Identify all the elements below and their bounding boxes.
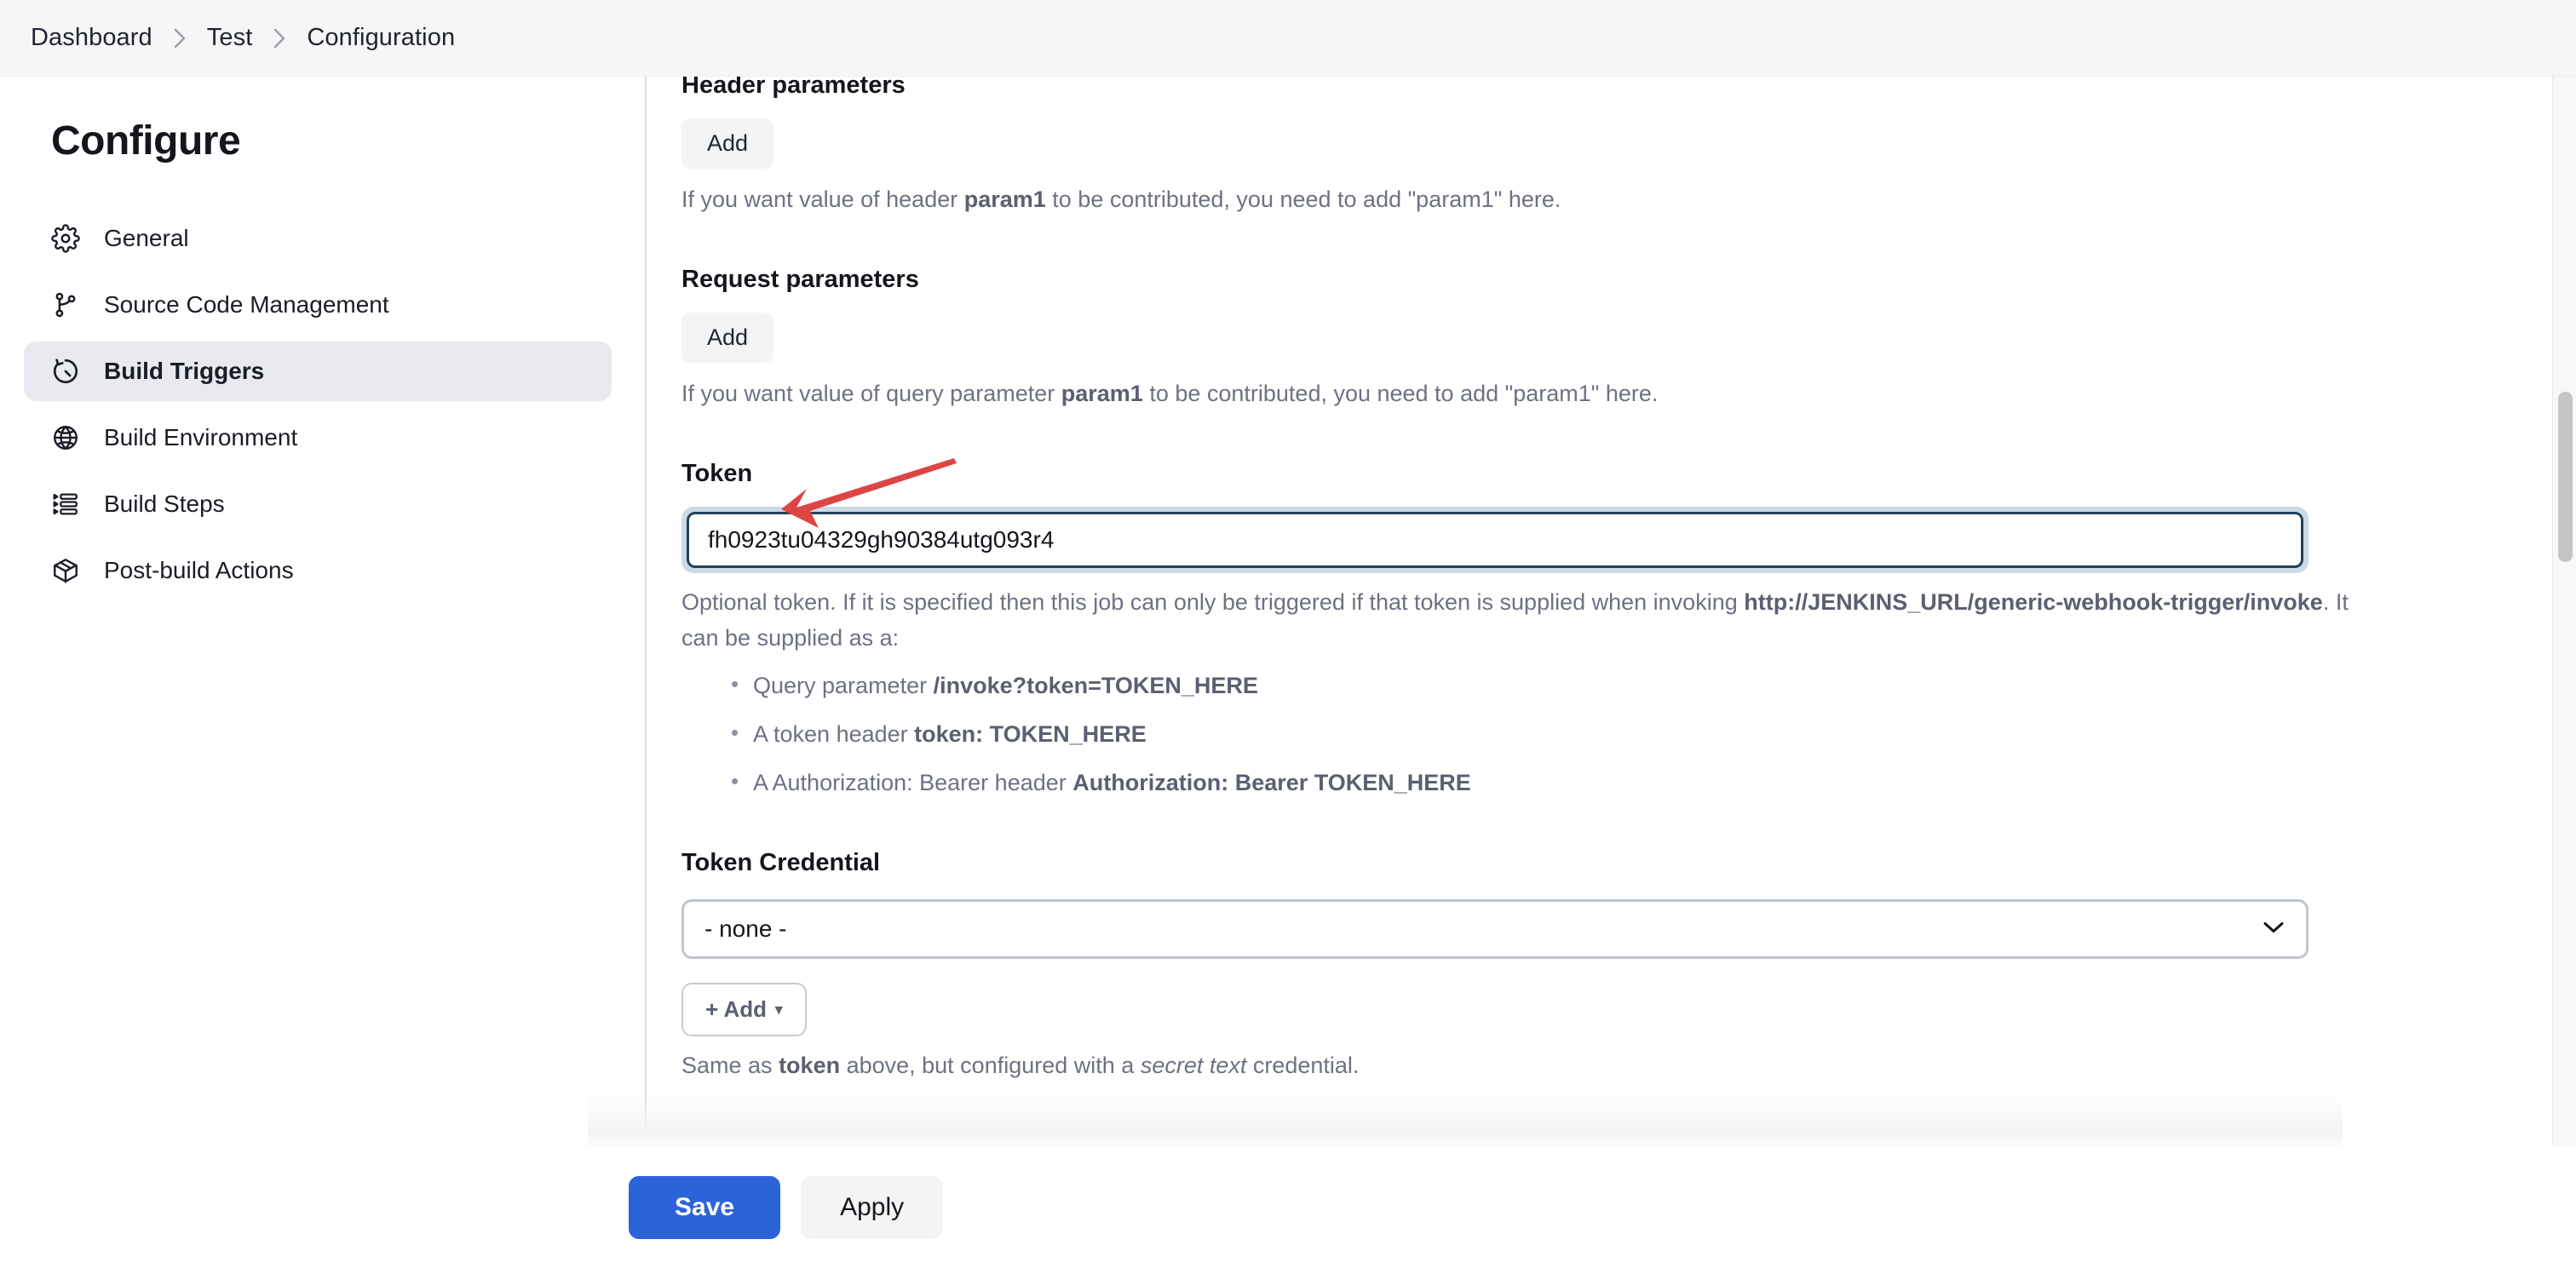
token-credential-help-prefix: Same as [681, 1053, 779, 1078]
form-footer: Save Apply [0, 1146, 2576, 1268]
sidebar-item-label-build-steps: Build Steps [104, 491, 225, 518]
header-parameters-label: Header parameters [681, 77, 2385, 100]
token-help: Optional token. If it is specified then … [681, 585, 2385, 657]
page-scrollbar-thumb[interactable] [2558, 392, 2573, 562]
list-steps-icon [49, 488, 82, 520]
sidebar-item-build-steps[interactable]: Build Steps [24, 474, 612, 534]
add-credential-label: + Add [705, 996, 767, 1023]
header-parameters-add-button[interactable]: Add [681, 118, 773, 169]
token-help-prefix: Optional token. If it is specified then … [681, 589, 1744, 615]
request-parameters-section: Request parameters Add If you want value… [681, 266, 2385, 412]
header-parameters-help-prefix: If you want value of header [681, 186, 964, 212]
token-credential-help-bold: token [779, 1053, 840, 1078]
bullet-0-text: Query parameter [753, 673, 934, 698]
save-button[interactable]: Save [629, 1176, 780, 1239]
timer-icon [49, 355, 82, 387]
breadcrumb-item-configuration[interactable]: Configuration [307, 24, 455, 52]
request-parameters-help-prefix: If you want value of query parameter [681, 381, 1061, 406]
page-title: Configure [0, 118, 646, 164]
add-credential-button[interactable]: + Add ▾ [681, 983, 807, 1036]
token-credential-section: Token Credential - none - + Add ▾ Same a… [681, 849, 2385, 1084]
sidebar-item-source-code-management[interactable]: Source Code Management [24, 275, 612, 335]
chevron-right-icon-2 [271, 26, 288, 51]
token-credential-select-wrap: - none - [681, 899, 2309, 959]
breadcrumb-item-dashboard[interactable]: Dashboard [31, 24, 152, 52]
token-label: Token [681, 460, 2385, 488]
breadcrumb-item-test[interactable]: Test [207, 24, 253, 52]
header-parameters-help: If you want value of header param1 to be… [681, 182, 2385, 218]
header-parameters-help-suffix: to be contributed, you need to add "para… [1046, 186, 1561, 212]
sidebar-item-label-scm: Source Code Management [104, 291, 389, 318]
branch-icon [49, 289, 82, 321]
token-credential-selected-value: - none - [704, 915, 787, 943]
chevron-right-icon [171, 26, 188, 51]
breadcrumb: Dashboard Test Configuration [0, 0, 2576, 77]
token-input-focus-ring [681, 507, 2309, 573]
apply-button[interactable]: Apply [801, 1176, 943, 1239]
sidebar-item-label-build-environment: Build Environment [104, 424, 297, 451]
sidebar: Configure General [0, 77, 646, 1268]
header-parameters-section: Header parameters Add If you want value … [681, 77, 2385, 218]
token-label-row: Token [681, 460, 2385, 488]
gear-icon [49, 222, 82, 255]
sidebar-nav: General Source Code Management [0, 209, 646, 600]
bullet-1-code: token: TOKEN_HERE [914, 721, 1147, 747]
package-icon [49, 554, 82, 587]
token-section: Token Optional token. If it is specified… [681, 460, 2385, 795]
globe-icon [49, 422, 82, 454]
sidebar-item-label-general: General [104, 225, 189, 252]
sidebar-item-build-environment[interactable]: Build Environment [24, 408, 612, 468]
token-credential-help-italic: secret text [1141, 1053, 1247, 1078]
main-content: Header parameters Add If you want value … [647, 77, 2521, 1145]
app-root: Dashboard Test Configuration Configure G… [0, 0, 2576, 1268]
request-parameters-label: Request parameters [681, 266, 2385, 294]
sidebar-item-label-build-triggers: Build Triggers [104, 358, 264, 385]
request-parameters-help-suffix: to be contributed, you need to add "para… [1143, 381, 1659, 406]
request-parameters-add-button[interactable]: Add [681, 313, 773, 363]
bullet-2-code: Authorization: Bearer TOKEN_HERE [1072, 770, 1471, 795]
token-credential-help-mid: above, but configured with a [840, 1053, 1141, 1078]
bullet-0-code: /invoke?token=TOKEN_HERE [934, 673, 1258, 698]
token-input[interactable] [687, 512, 2303, 568]
page-scrollbar-track[interactable] [2552, 77, 2576, 1268]
list-item: A token header token: TOKEN_HERE [731, 723, 2385, 746]
bullet-1-text: A token header [753, 721, 914, 747]
token-help-url: http://JENKINS_URL/generic-webhook-trigg… [1744, 589, 2323, 615]
token-credential-label: Token Credential [681, 849, 2385, 877]
sidebar-item-post-build-actions[interactable]: Post-build Actions [24, 541, 612, 600]
sidebar-item-build-triggers[interactable]: Build Triggers [24, 341, 612, 401]
token-credential-help-suffix: credential. [1246, 1053, 1359, 1078]
bullet-2-text: A Authorization: Bearer header [753, 770, 1072, 795]
caret-down-icon: ▾ [775, 1002, 783, 1017]
token-credential-help: Same as token above, but configured with… [681, 1048, 2385, 1084]
sidebar-item-general[interactable]: General [24, 209, 612, 268]
header-parameters-help-bold: param1 [964, 186, 1046, 212]
request-parameters-help: If you want value of query parameter par… [681, 376, 2385, 412]
request-parameters-help-bold: param1 [1061, 381, 1143, 406]
list-item: A Authorization: Bearer header Authoriza… [731, 772, 2385, 795]
token-supply-methods-list: Query parameter /invoke?token=TOKEN_HERE… [731, 674, 2385, 795]
list-item: Query parameter /invoke?token=TOKEN_HERE [731, 674, 2385, 697]
sidebar-item-label-post-build-actions: Post-build Actions [104, 557, 294, 584]
token-credential-select[interactable]: - none - [681, 899, 2309, 959]
